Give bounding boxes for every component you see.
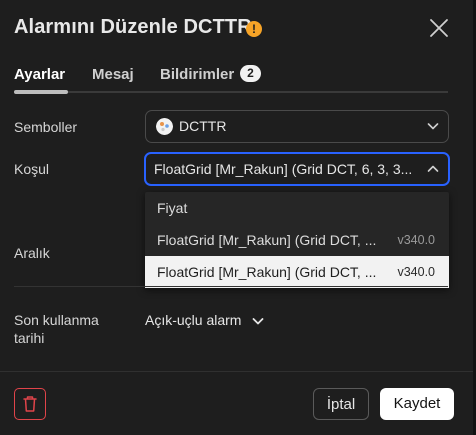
symbols-label: Semboller — [14, 119, 78, 135]
chevron-down-icon[interactable] — [251, 314, 265, 328]
chevron-down-icon — [427, 123, 439, 130]
tab-message[interactable]: Mesaj — [92, 66, 134, 83]
cancel-button[interactable]: İptal — [313, 388, 369, 420]
close-icon[interactable] — [428, 17, 450, 39]
section-divider — [14, 286, 448, 287]
tab-settings[interactable]: Ayarlar — [14, 66, 65, 83]
dialog-title: Alarmını Düzenle DCTTR — [14, 16, 252, 38]
symbol-value: DCTTR — [179, 118, 227, 134]
symbol-select[interactable]: DCTTR — [145, 110, 449, 143]
interval-label: Aralık — [14, 245, 50, 261]
symbol-logo-icon — [156, 118, 173, 135]
option-version: v340.0 — [397, 233, 435, 247]
expiry-select[interactable]: Açık-uçlu alarm — [145, 312, 241, 328]
condition-label: Koşul — [14, 161, 50, 177]
condition-value: FloatGrid [Mr_Rakun] (Grid DCT, 6, 3, 3.… — [154, 161, 413, 177]
option-text: Fiyat — [157, 200, 188, 216]
active-tab-indicator — [14, 90, 68, 94]
expiry-label: Son kullanma — [14, 312, 99, 328]
option-version: v340.0 — [397, 265, 435, 279]
option-text: FloatGrid [Mr_Rakun] (Grid DCT, ... — [157, 264, 377, 280]
notifications-count-badge: 2 — [240, 65, 261, 82]
condition-dropdown: Fiyat FloatGrid [Mr_Rakun] (Grid DCT, ..… — [145, 192, 449, 288]
dropdown-option-price[interactable]: Fiyat — [145, 192, 449, 224]
chevron-up-icon — [427, 165, 439, 172]
footer-divider — [0, 371, 476, 372]
condition-select[interactable]: FloatGrid [Mr_Rakun] (Grid DCT, 6, 3, 3.… — [144, 152, 450, 186]
save-button[interactable]: Kaydet — [380, 388, 454, 420]
expiry-label-line2: tarihi — [14, 330, 45, 346]
dropdown-option-floatgrid-selected[interactable]: FloatGrid [Mr_Rakun] (Grid DCT, ... v340… — [145, 256, 449, 288]
tab-track — [14, 91, 448, 93]
dropdown-option-floatgrid[interactable]: FloatGrid [Mr_Rakun] (Grid DCT, ... v340… — [145, 224, 449, 256]
trash-icon — [23, 396, 37, 412]
delete-alert-button[interactable] — [14, 388, 46, 420]
edit-alert-dialog: Alarmını Düzenle DCTTR ! Ayarlar Mesaj B… — [0, 0, 476, 435]
warning-icon[interactable]: ! — [246, 21, 262, 37]
option-text: FloatGrid [Mr_Rakun] (Grid DCT, ... — [157, 232, 377, 248]
tab-notifications[interactable]: Bildirimler — [160, 66, 234, 83]
